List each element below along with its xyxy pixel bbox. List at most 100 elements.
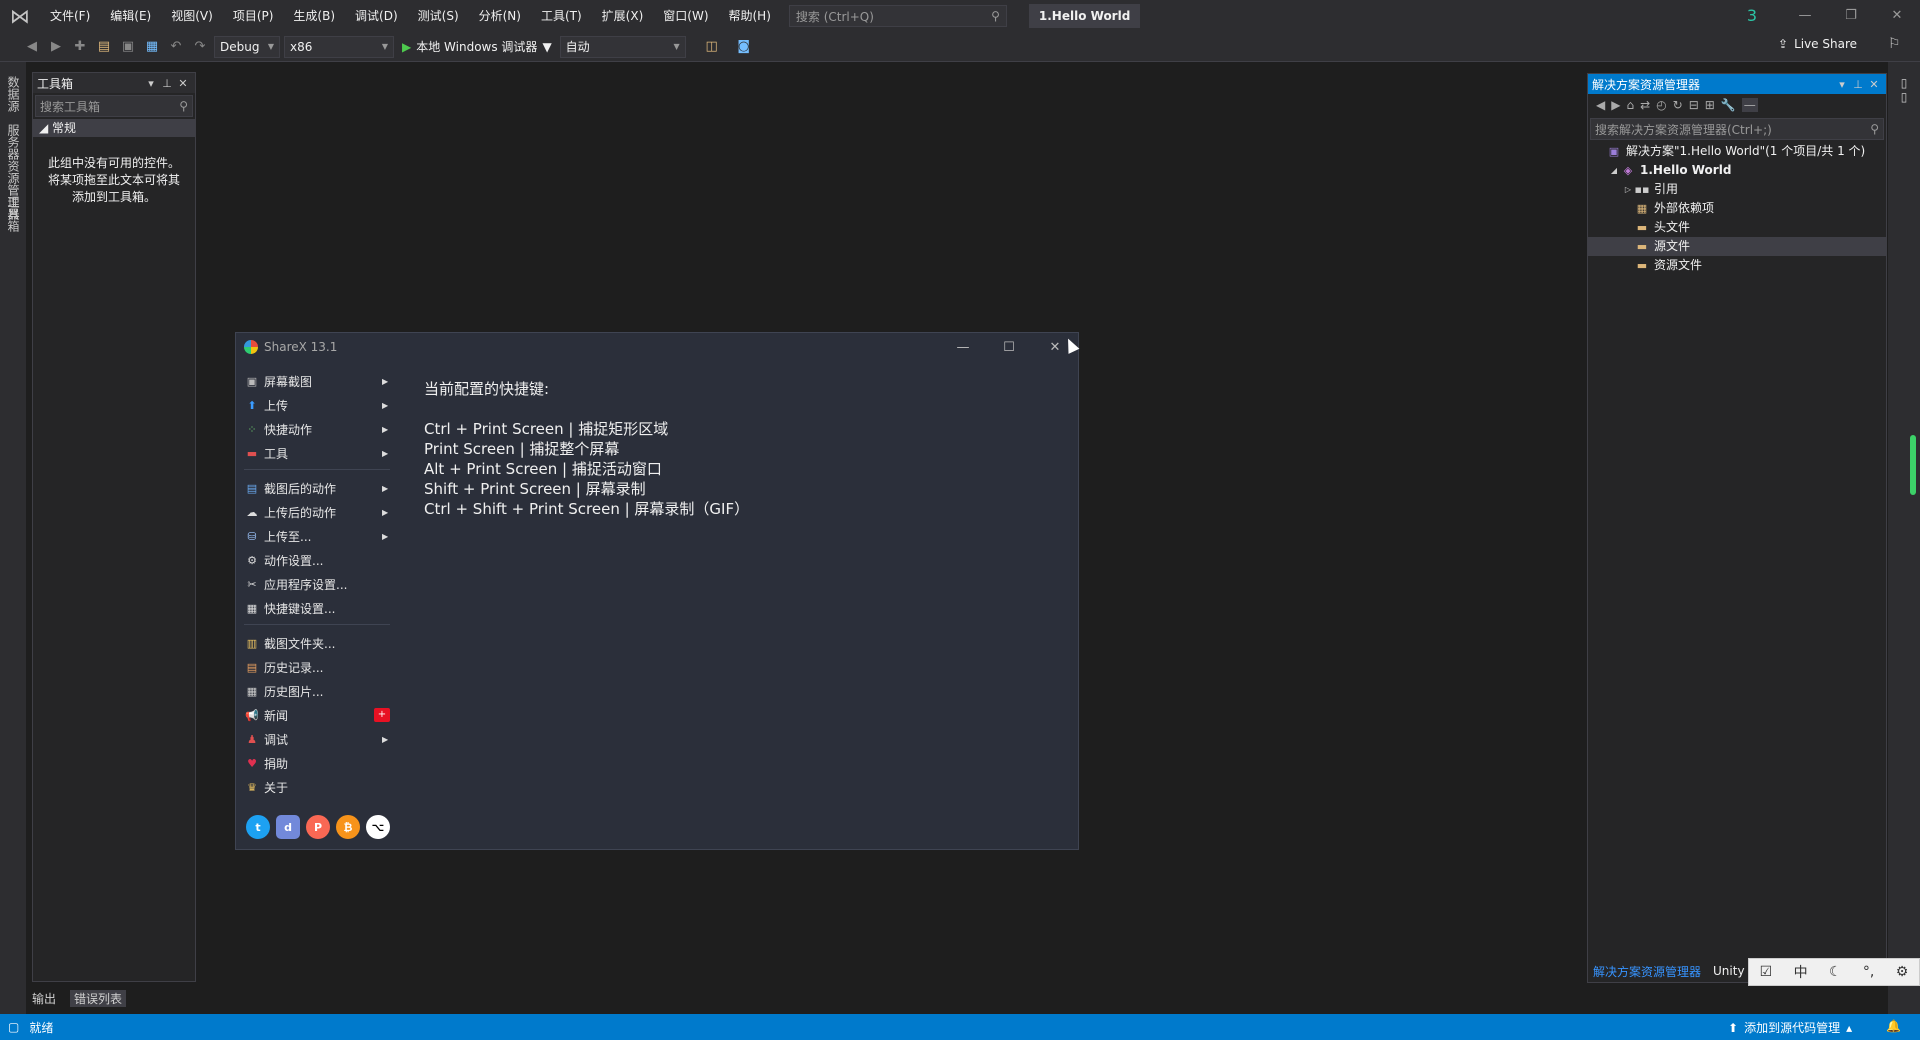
toolbox-search-input[interactable]: 搜索工具箱 ⚲ (35, 95, 193, 117)
sharex-menu-item[interactable]: ⚙ 动作设置... (240, 548, 392, 572)
tab-error-list[interactable]: 错误列表 (70, 989, 127, 1007)
dropdown-icon[interactable]: ▾ (143, 77, 159, 90)
menu-item[interactable]: 窗口(W) (653, 0, 718, 32)
tree-row[interactable]: ▦ 外部依赖项 (1588, 199, 1886, 218)
punctuation-icon[interactable]: °, (1863, 964, 1874, 980)
sharex-menu-item[interactable]: 📢 新闻 + (240, 703, 392, 727)
pin-icon[interactable]: ⊥ (159, 77, 175, 90)
menu-item[interactable]: 调试(D) (345, 0, 408, 32)
sync-icon[interactable]: ↻ (1673, 98, 1683, 112)
sharex-menu-item[interactable]: ▥ 截图文件夹... (240, 631, 392, 655)
moon-icon[interactable]: ☾ (1829, 964, 1842, 980)
pin-icon[interactable]: ⊥ (1850, 78, 1866, 91)
platform-dropdown[interactable]: x86 ▼ (284, 35, 394, 58)
minimize-button[interactable]: — (1782, 0, 1828, 32)
gear-icon[interactable]: ⚙ (1896, 964, 1909, 980)
menu-item[interactable]: 项目(P) (223, 0, 284, 32)
find-in-files-icon[interactable]: ◫ (702, 37, 722, 57)
auto-dropdown[interactable]: 自动 ▼ (559, 35, 686, 58)
open-folder-icon[interactable]: ▤ (94, 37, 114, 57)
tree-row[interactable]: ▬ 头文件 (1588, 218, 1886, 237)
vtab-properties[interactable]: ▯▯ (1897, 70, 1911, 110)
sharex-menu-item[interactable]: ▦ 快捷键设置... (240, 596, 392, 620)
live-share-button[interactable]: ⇪ Live Share (1778, 37, 1857, 51)
screenshot-tool-icon[interactable]: ◙ (734, 37, 754, 57)
close-window-button[interactable]: ✕ (1874, 0, 1920, 32)
show-all-files-icon[interactable]: ⊞ (1705, 98, 1715, 112)
redo-icon[interactable]: ↷ (190, 37, 210, 57)
sharex-menu-item[interactable]: ⬆ 上传 ▶ (240, 393, 392, 417)
tab-unity[interactable]: Unity (1713, 964, 1745, 978)
back-icon[interactable]: ◀ (1596, 98, 1605, 112)
menu-item[interactable]: 工具(T) (531, 0, 592, 32)
tree-row[interactable]: ▬ 资源文件 (1588, 256, 1886, 275)
sharex-menu-item[interactable]: ▤ 历史记录... (240, 655, 392, 679)
tree-row[interactable]: ▣ 解决方案"1.Hello World"(1 个项目/共 1 个) (1588, 142, 1886, 161)
configuration-dropdown[interactable]: Debug ▼ (214, 35, 280, 58)
ime-mode[interactable]: 中 (1794, 962, 1808, 982)
vtab-data-sources[interactable]: 数据源 (5, 70, 22, 118)
tree-row[interactable]: ▷ ▪▪ 引用 (1588, 180, 1886, 199)
undo-icon[interactable]: ↶ (166, 37, 186, 57)
menu-item[interactable]: 文件(F) (40, 0, 100, 32)
forward-icon[interactable]: ▶ (1611, 98, 1620, 112)
sharex-menu-item[interactable]: ⁘ 快捷动作 ▶ (240, 417, 392, 441)
sharex-menu-item[interactable]: ♛ 关于 (240, 775, 392, 799)
start-debugging-button[interactable]: ▶ 本地 Windows 调试器 ▼ (398, 36, 556, 58)
save-icon[interactable]: ▣ (118, 37, 138, 57)
sharex-menu-item[interactable]: ✂ 应用程序设置... (240, 572, 392, 596)
tab-output[interactable]: 输出 (32, 990, 56, 1007)
expander-icon[interactable]: ◢ (1608, 161, 1620, 180)
sharex-menu-item[interactable]: ▬ 工具 ▶ (240, 441, 392, 465)
sharex-menu-item[interactable]: ⛁ 上传至... ▶ (240, 524, 392, 548)
tree-row[interactable]: ◢ ◈ 1.Hello World (1588, 161, 1886, 180)
notification-badge[interactable]: 3 (1742, 6, 1762, 26)
expander-icon[interactable]: ▷ (1622, 180, 1634, 199)
github-icon[interactable]: ⌥ (366, 815, 390, 839)
new-project-icon[interactable]: ✚ (70, 37, 90, 57)
ime-check-icon[interactable]: ☑ (1760, 964, 1773, 980)
close-icon[interactable]: ✕ (175, 77, 191, 90)
search-input[interactable]: 搜索 (Ctrl+Q) ⚲ (788, 5, 1007, 27)
solution-search-input[interactable]: 搜索解决方案资源管理器(Ctrl+;) ⚲ (1590, 118, 1884, 140)
close-icon[interactable]: ✕ (1866, 78, 1882, 91)
pending-changes-icon[interactable]: ◴ (1656, 98, 1666, 112)
menu-item[interactable]: 编辑(E) (100, 0, 161, 32)
sharex-menu-item[interactable]: ▦ 历史图片... (240, 679, 392, 703)
sharex-menu-item[interactable]: ▤ 截图后的动作 ▶ (240, 476, 392, 500)
menu-item[interactable]: 生成(B) (283, 0, 345, 32)
add-to-source-control-button[interactable]: ⬆ 添加到源代码管理 ▴ (1728, 1019, 1852, 1036)
home-icon[interactable]: ⌂ (1626, 98, 1634, 112)
feedback-icon[interactable]: ⚐ (1888, 36, 1901, 52)
switch-views-icon[interactable]: ⇄ (1640, 98, 1650, 112)
vtab-toolbox[interactable]: 工具箱 (5, 190, 22, 238)
tab-solution-explorer[interactable]: 解决方案资源管理器 (1593, 963, 1701, 980)
menu-item[interactable]: 测试(S) (408, 0, 469, 32)
save-all-icon[interactable]: ▦ (142, 37, 162, 57)
tree-row[interactable]: ▬ 源文件 (1588, 237, 1886, 256)
toolbox-group-general[interactable]: ◢ 常规 (33, 119, 195, 137)
patreon-icon[interactable]: P (306, 815, 330, 839)
sharex-menu-item[interactable]: ♥ 捐助 (240, 751, 392, 775)
sharex-minimize-button[interactable]: — (940, 340, 986, 355)
menu-item[interactable]: 扩展(X) (592, 0, 654, 32)
back-icon[interactable]: ◀ (22, 37, 42, 57)
sharex-menu-item[interactable]: ♟ 调试 ▶ (240, 727, 392, 751)
sharex-maximize-button[interactable]: ☐ (986, 340, 1032, 355)
discord-icon[interactable]: d (276, 815, 300, 839)
menu-item[interactable]: 帮助(H) (719, 0, 781, 32)
twitter-icon[interactable]: t (246, 815, 270, 839)
bitcoin-icon[interactable]: ₿ (336, 815, 360, 839)
menu-item[interactable]: 分析(N) (469, 0, 531, 32)
sharex-menu-item[interactable]: ▣ 屏幕截图 ▶ (240, 369, 392, 393)
sharex-menu-item[interactable]: ☁ 上传后的动作 ▶ (240, 500, 392, 524)
dropdown-icon[interactable]: ▾ (1834, 78, 1850, 91)
preview-icon[interactable]: — (1741, 98, 1758, 112)
notifications-bell-icon[interactable]: 🔔 (1886, 1019, 1901, 1033)
menu-item[interactable]: 视图(V) (161, 0, 223, 32)
restore-button[interactable]: ❐ (1828, 0, 1874, 32)
forward-icon[interactable]: ▶ (46, 37, 66, 57)
properties-icon[interactable]: 🔧 (1721, 98, 1736, 112)
collapse-all-icon[interactable]: ⊟ (1689, 98, 1699, 112)
scroll-indicator[interactable] (1910, 435, 1916, 495)
